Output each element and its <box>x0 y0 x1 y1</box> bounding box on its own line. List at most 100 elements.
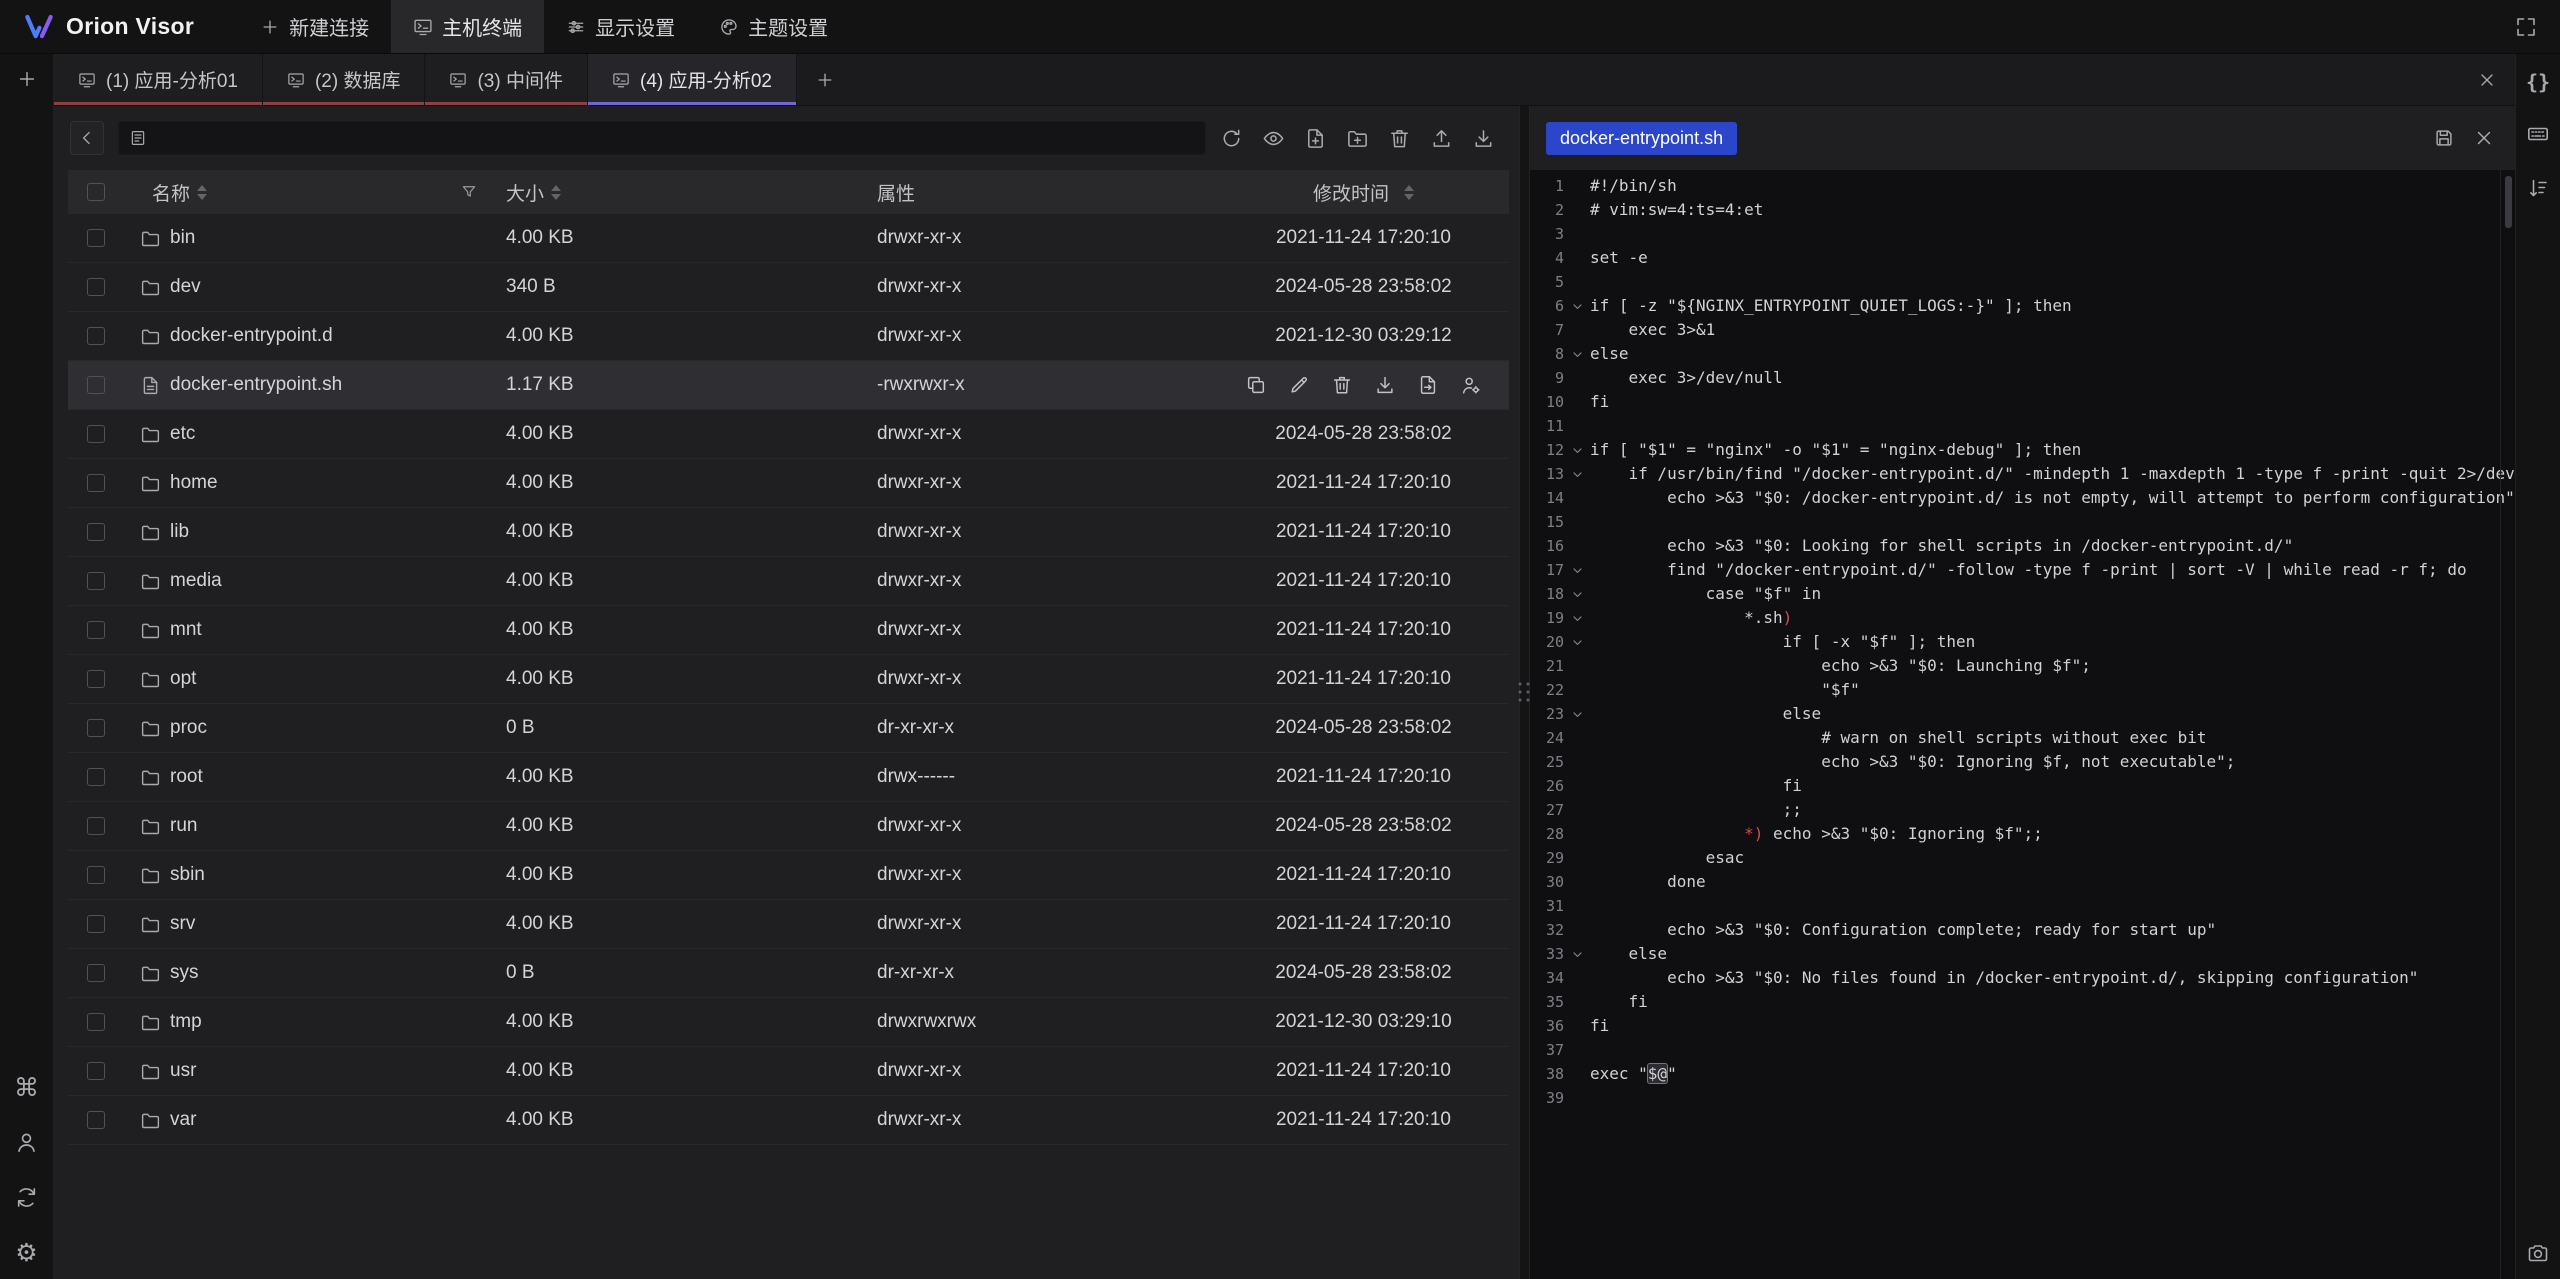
filter-icon[interactable] <box>460 183 478 201</box>
user-profile-icon[interactable] <box>14 1130 39 1155</box>
fold-icon[interactable] <box>1564 948 1590 961</box>
table-row[interactable]: home4.00 KBdrwxr-xr-x2021-11-24 17:20:10 <box>68 459 1509 508</box>
row-checkbox[interactable] <box>87 376 105 394</box>
row-checkbox[interactable] <box>87 719 105 737</box>
terminal-tab-2[interactable]: (2) 数据库 <box>263 54 426 105</box>
table-row[interactable]: sys0 Bdr-xr-xr-x2024-05-28 23:58:02 <box>68 949 1509 998</box>
fold-icon[interactable] <box>1564 468 1590 481</box>
table-row[interactable]: opt4.00 KBdrwxr-xr-x2021-11-24 17:20:10 <box>68 655 1509 704</box>
header-size[interactable]: 大小 <box>506 179 877 206</box>
row-checkbox[interactable] <box>87 964 105 982</box>
terminal-tab-3[interactable]: (3) 中间件 <box>425 54 588 105</box>
upload-icon[interactable] <box>1430 127 1453 150</box>
proxy-sync-icon[interactable] <box>14 1185 39 1210</box>
path-input[interactable] <box>155 127 1195 149</box>
row-checkbox[interactable] <box>87 327 105 345</box>
fold-icon[interactable] <box>1564 636 1590 649</box>
scrollbar-thumb[interactable] <box>2505 176 2512 228</box>
fold-icon[interactable] <box>1564 708 1590 721</box>
sort-name-icon[interactable] <box>197 185 207 200</box>
fold-icon[interactable] <box>1564 588 1590 601</box>
row-checkbox[interactable] <box>87 915 105 933</box>
download-icon[interactable] <box>1472 127 1495 150</box>
table-row[interactable]: root4.00 KBdrwx------2021-11-24 17:20:10 <box>68 753 1509 802</box>
command-palette-icon[interactable]: ⌘ <box>14 1075 39 1100</box>
fold-icon[interactable] <box>1564 348 1590 361</box>
terminal-tab-4[interactable]: (4) 应用-分析02 <box>588 54 797 105</box>
shortcut-keys-icon[interactable] <box>2526 122 2550 146</box>
path-list-icon[interactable] <box>129 129 147 147</box>
row-checkbox[interactable] <box>87 425 105 443</box>
table-row[interactable]: docker-entrypoint.d4.00 KBdrwxr-xr-x2021… <box>68 312 1509 361</box>
new-tab-button[interactable] <box>797 54 853 105</box>
editor-close-icon[interactable] <box>2473 127 2495 149</box>
row-checkbox[interactable] <box>87 621 105 639</box>
sort-mtime-icon[interactable] <box>1404 185 1414 200</box>
line-sort-icon[interactable] <box>2526 176 2550 200</box>
header-mtime[interactable]: 修改时间 <box>1218 179 1509 206</box>
table-row[interactable]: dev340 Bdrwxr-xr-x2024-05-28 23:58:02 <box>68 263 1509 312</box>
row-checkbox[interactable] <box>87 523 105 541</box>
menu-item-theme-settings[interactable]: 主题设置 <box>697 0 850 53</box>
copy-icon[interactable] <box>1245 374 1267 396</box>
new-connection-icon[interactable] <box>16 68 38 90</box>
row-checkbox[interactable] <box>87 1111 105 1129</box>
panel-splitter[interactable] <box>1519 106 1530 1279</box>
header-name[interactable]: 名称 <box>110 179 506 206</box>
row-name-cell: lib <box>110 521 506 543</box>
row-checkbox[interactable] <box>87 1013 105 1031</box>
table-row[interactable]: docker-entrypoint.sh1.17 KB-rwxrwxr-x <box>68 361 1509 410</box>
select-all-checkbox[interactable] <box>87 183 105 201</box>
permission-icon[interactable] <box>1460 374 1482 396</box>
back-button[interactable] <box>70 121 104 155</box>
row-attr-cell: drwxr-xr-x <box>877 864 1218 886</box>
delete-icon[interactable] <box>1331 374 1353 396</box>
menu-item-new-connection[interactable]: 新建连接 <box>238 0 391 53</box>
delete-icon[interactable] <box>1388 127 1411 150</box>
refresh-icon[interactable] <box>1220 127 1243 150</box>
row-checkbox[interactable] <box>87 670 105 688</box>
menu-item-host-terminal[interactable]: 主机终端 <box>391 0 544 53</box>
row-checkbox[interactable] <box>87 768 105 786</box>
move-icon[interactable] <box>1417 374 1439 396</box>
screenshot-icon[interactable] <box>2526 1241 2550 1265</box>
close-panel-button[interactable] <box>2477 54 2515 105</box>
download-icon[interactable] <box>1374 374 1396 396</box>
sort-size-icon[interactable] <box>551 185 561 200</box>
edit-icon[interactable] <box>1288 374 1310 396</box>
table-row[interactable]: proc0 Bdr-xr-xr-x2024-05-28 23:58:02 <box>68 704 1509 753</box>
save-icon[interactable] <box>2433 127 2455 149</box>
table-row[interactable]: media4.00 KBdrwxr-xr-x2021-11-24 17:20:1… <box>68 557 1509 606</box>
table-row[interactable]: bin4.00 KBdrwxr-xr-x2021-11-24 17:20:10 <box>68 214 1509 263</box>
new-file-icon[interactable] <box>1304 127 1327 150</box>
table-row[interactable]: lib4.00 KBdrwxr-xr-x2021-11-24 17:20:10 <box>68 508 1509 557</box>
terminal-tab-1[interactable]: (1) 应用-分析01 <box>54 54 263 105</box>
table-row[interactable]: etc4.00 KBdrwxr-xr-x2024-05-28 23:58:02 <box>68 410 1509 459</box>
row-checkbox[interactable] <box>87 1062 105 1080</box>
fold-icon[interactable] <box>1564 444 1590 457</box>
row-checkbox[interactable] <box>87 474 105 492</box>
menu-item-display-settings[interactable]: 显示设置 <box>544 0 697 53</box>
toggle-hidden-icon[interactable] <box>1262 127 1285 150</box>
code-snippets-icon[interactable]: {} <box>2526 72 2550 92</box>
code-editor[interactable]: 1#!/bin/sh2# vim:sw=4:ts=4:et34set -e56i… <box>1530 170 2515 1279</box>
row-checkbox[interactable] <box>87 229 105 247</box>
fullscreen-icon[interactable] <box>2514 15 2538 39</box>
table-row[interactable]: sbin4.00 KBdrwxr-xr-x2021-11-24 17:20:10 <box>68 851 1509 900</box>
fold-icon[interactable] <box>1564 612 1590 625</box>
table-row[interactable]: srv4.00 KBdrwxr-xr-x2021-11-24 17:20:10 <box>68 900 1509 949</box>
fold-icon[interactable] <box>1564 564 1590 577</box>
row-checkbox[interactable] <box>87 866 105 884</box>
table-row[interactable]: tmp4.00 KBdrwxrwxrwx2021-12-30 03:29:10 <box>68 998 1509 1047</box>
fold-icon[interactable] <box>1564 300 1590 313</box>
settings-icon[interactable]: ⚙ <box>15 1240 37 1265</box>
new-folder-icon[interactable] <box>1346 127 1369 150</box>
table-row[interactable]: usr4.00 KBdrwxr-xr-x2021-11-24 17:20:10 <box>68 1047 1509 1096</box>
row-checkbox[interactable] <box>87 817 105 835</box>
table-row[interactable]: run4.00 KBdrwxr-xr-x2024-05-28 23:58:02 <box>68 802 1509 851</box>
table-row[interactable]: mnt4.00 KBdrwxr-xr-x2021-11-24 17:20:10 <box>68 606 1509 655</box>
editor-file-tab[interactable]: docker-entrypoint.sh <box>1546 122 1737 155</box>
table-row[interactable]: var4.00 KBdrwxr-xr-x2021-11-24 17:20:10 <box>68 1096 1509 1145</box>
row-checkbox[interactable] <box>87 572 105 590</box>
row-checkbox[interactable] <box>87 278 105 296</box>
